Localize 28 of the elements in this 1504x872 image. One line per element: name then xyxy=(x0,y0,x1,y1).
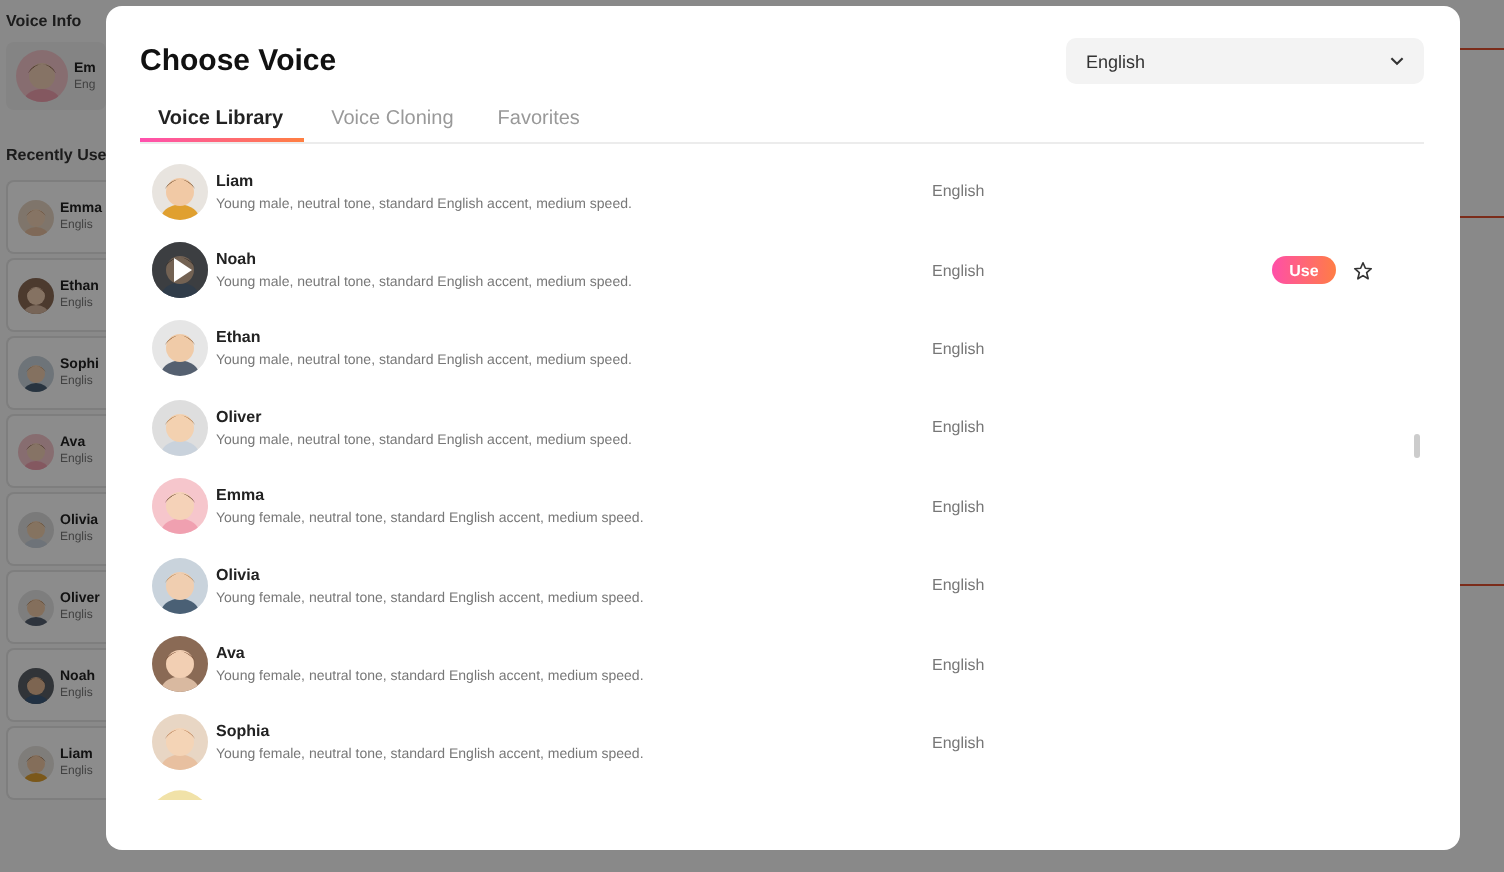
voice-name: Oliver xyxy=(216,407,264,426)
voice-language: English xyxy=(932,182,987,201)
play-icon[interactable] xyxy=(152,242,208,299)
voice-name: Ethan xyxy=(216,328,263,347)
section-title: Voice Info xyxy=(6,12,84,30)
voice-language: English xyxy=(932,655,987,674)
voice-name: Olivia xyxy=(216,565,262,584)
star-icon[interactable] xyxy=(1352,259,1374,282)
use-button[interactable]: Use xyxy=(1272,256,1336,285)
voice-name: Ava xyxy=(216,644,247,663)
language-select[interactable]: English xyxy=(1066,38,1424,84)
voice-language: English xyxy=(932,733,987,752)
chevron-down-icon xyxy=(1390,56,1404,66)
tab[interactable]: Voice Cloning xyxy=(331,100,454,142)
dialog-title: Choose Voice xyxy=(140,44,337,78)
tab[interactable]: Voice Library xyxy=(140,100,304,142)
section-title: Recently Use xyxy=(6,146,106,164)
voice-language: English xyxy=(932,576,987,595)
voice-name: Liam xyxy=(216,171,256,190)
voice-language: English xyxy=(932,339,987,358)
voice-language: English xyxy=(932,497,987,516)
voice-name: Noah xyxy=(216,250,258,269)
voice-language: English xyxy=(932,418,987,437)
voice-language: English xyxy=(932,261,987,280)
scrollbar[interactable] xyxy=(1414,434,1420,458)
tab[interactable]: Favorites xyxy=(497,100,580,142)
voice-name: Emma xyxy=(216,486,267,505)
voice-name: Sophia xyxy=(216,722,272,741)
